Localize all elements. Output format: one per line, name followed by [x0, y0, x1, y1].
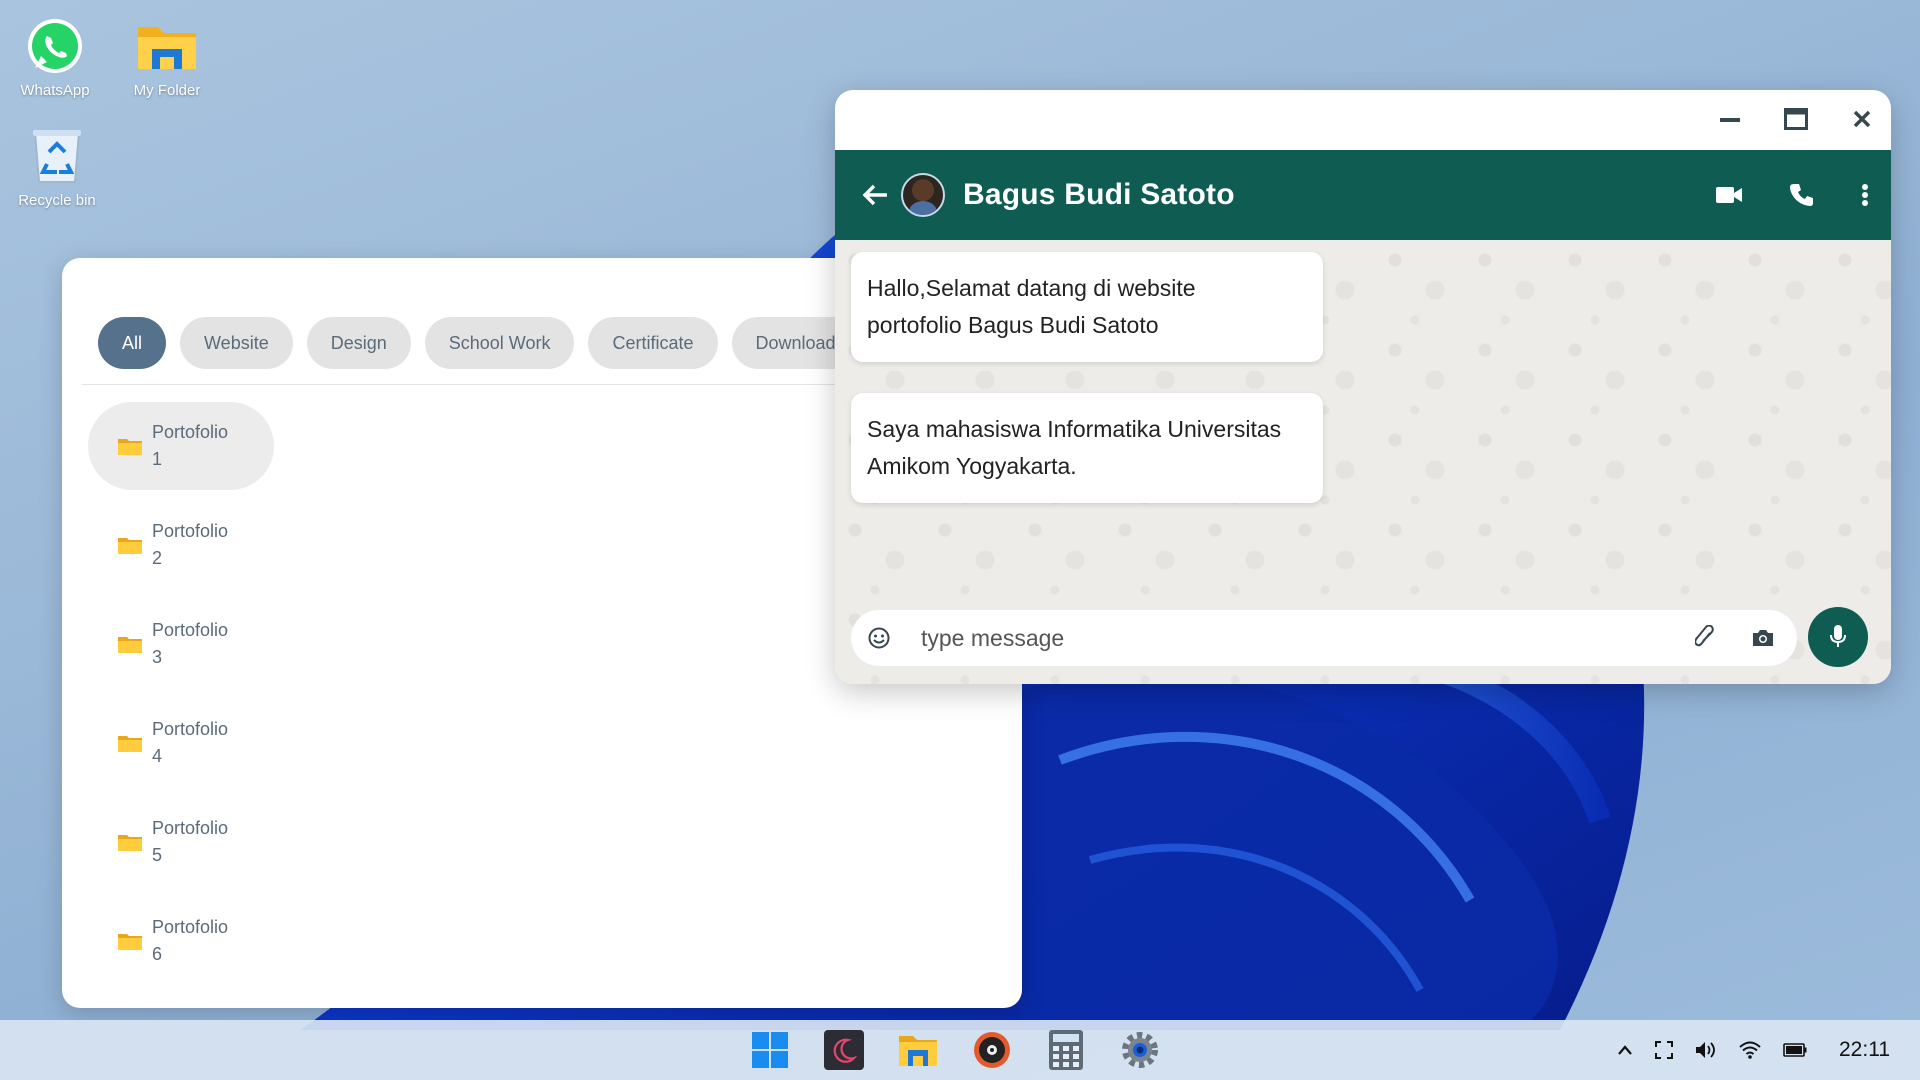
- tab-certificate[interactable]: Certificate: [588, 317, 718, 369]
- folder-number: 1: [152, 449, 163, 469]
- folder-icon: [118, 835, 142, 851]
- desktop-icon-label: My Folder: [133, 82, 201, 99]
- folder-name: Portofolio: [152, 917, 229, 937]
- desktop-icon-label: WhatsApp: [20, 82, 90, 99]
- folder-name: Portofolio: [152, 422, 229, 442]
- message-input[interactable]: type message: [921, 625, 1695, 652]
- wifi-icon[interactable]: [1739, 1041, 1761, 1059]
- microphone-icon: [1830, 625, 1846, 647]
- message-text: Amikom Yogyakarta.: [867, 453, 1077, 479]
- message-bubble: Saya mahasiswa Informatika Universitas A…: [851, 393, 1323, 503]
- folder-name: Portofolio: [152, 521, 229, 541]
- folder-name: Portofolio: [152, 719, 229, 739]
- message-bubble: Hallo,Selamat datang di website portofol…: [851, 252, 1323, 362]
- music-player-icon: [974, 1032, 1010, 1068]
- calculator-icon: [1049, 1030, 1083, 1070]
- contact-name: Bagus Budi Satoto: [963, 178, 1235, 211]
- taskbar-apps: [748, 1028, 1162, 1072]
- music-player-button[interactable]: [970, 1028, 1014, 1072]
- maximize-button[interactable]: [1781, 104, 1811, 134]
- folder-name: Portofolio: [152, 818, 229, 838]
- folder-name: Portofolio: [152, 620, 229, 640]
- chevron-up-icon[interactable]: [1617, 1044, 1633, 1056]
- file-explorer-button[interactable]: [896, 1028, 940, 1072]
- calculator-button[interactable]: [1044, 1028, 1088, 1072]
- phone-icon[interactable]: [1789, 182, 1815, 208]
- chat-window: Bagus Budi Satoto Hallo,Selamat datang d…: [835, 90, 1891, 684]
- folder-item-portofolio-6[interactable]: Portofolio 6: [88, 897, 274, 985]
- file-explorer-icon: [899, 1036, 937, 1066]
- tab-design[interactable]: Design: [306, 317, 411, 369]
- tab-website[interactable]: Website: [180, 317, 293, 369]
- battery-icon[interactable]: [1783, 1043, 1807, 1057]
- maximize-icon: [1784, 108, 1808, 130]
- video-call-icon[interactable]: [1715, 185, 1743, 205]
- folder-number: 4: [152, 746, 163, 766]
- close-button[interactable]: [1847, 104, 1877, 134]
- folder-list: Portofolio 1 Portofolio 2 Portofolio 3 Port…: [88, 402, 274, 996]
- attach-paperclip-icon[interactable]: [1695, 625, 1715, 651]
- folder-item-portofolio-2[interactable]: Portofolio 2: [88, 501, 274, 589]
- folder-icon: [118, 439, 142, 455]
- message-text: portofolio Bagus Budi Satoto: [867, 312, 1159, 338]
- camera-icon[interactable]: [1751, 628, 1775, 648]
- volume-icon[interactable]: [1695, 1041, 1717, 1059]
- desktop-icon-whatsapp[interactable]: WhatsApp: [0, 14, 110, 99]
- tab-all[interactable]: All: [98, 317, 167, 369]
- back-arrow-icon[interactable]: [861, 181, 889, 209]
- folder-number: 2: [152, 548, 163, 568]
- windows-start-button[interactable]: [748, 1028, 792, 1072]
- moon-app-icon: [824, 1030, 864, 1070]
- settings-button[interactable]: [1118, 1028, 1162, 1072]
- folder-icon: [118, 637, 142, 653]
- recycle-bin-icon: [25, 124, 89, 188]
- emoji-icon[interactable]: [867, 626, 891, 650]
- folder-icon: [118, 538, 142, 554]
- tab-school-work[interactable]: School Work: [424, 317, 575, 369]
- header-actions: [1715, 182, 1869, 208]
- composer-actions: [1695, 625, 1775, 651]
- settings-icon: [1122, 1032, 1158, 1068]
- folder-icon: [118, 934, 142, 950]
- chat-header: Bagus Budi Satoto: [835, 150, 1891, 240]
- taskbar: 22:11: [0, 1020, 1920, 1080]
- moon-app-button[interactable]: [822, 1028, 866, 1072]
- voice-message-button[interactable]: [1808, 607, 1868, 667]
- folder-item-portofolio-3[interactable]: Portofolio 3: [88, 600, 274, 688]
- message-text: Hallo,Selamat datang di website: [867, 275, 1196, 301]
- windows-start-icon: [752, 1032, 788, 1068]
- message-composer[interactable]: type message: [851, 610, 1797, 666]
- filter-tabs: All Website Design School Work Certifica…: [98, 317, 860, 369]
- folder-number: 3: [152, 647, 163, 667]
- more-options-icon[interactable]: [1861, 183, 1869, 207]
- clock: 22:11: [1839, 1038, 1890, 1061]
- desktop-icon-recycle-bin[interactable]: Recycle bin: [2, 124, 112, 209]
- close-icon: [1853, 110, 1871, 128]
- desktop-icon-my-folder[interactable]: My Folder: [112, 14, 222, 99]
- avatar[interactable]: [901, 173, 945, 217]
- minimize-icon: [1720, 118, 1740, 122]
- folder-item-portofolio-4[interactable]: Portofolio 4: [88, 699, 274, 787]
- fullscreen-icon[interactable]: [1655, 1041, 1673, 1059]
- chat-body: Hallo,Selamat datang di website portofol…: [835, 240, 1891, 684]
- folder-item-portofolio-5[interactable]: Portofolio 5: [88, 798, 274, 886]
- system-tray: 22:11: [1617, 1020, 1890, 1080]
- folder-icon: [135, 14, 199, 78]
- desktop-icon-label: Recycle bin: [18, 192, 96, 209]
- folder-number: 6: [152, 944, 163, 964]
- message-text: Saya mahasiswa Informatika Universitas: [867, 416, 1282, 442]
- folder-icon: [118, 736, 142, 752]
- whatsapp-icon: [23, 14, 87, 78]
- folder-number: 5: [152, 845, 163, 865]
- window-controls: [1715, 104, 1877, 134]
- minimize-button[interactable]: [1715, 104, 1745, 134]
- folder-item-portofolio-1[interactable]: Portofolio 1: [88, 402, 274, 490]
